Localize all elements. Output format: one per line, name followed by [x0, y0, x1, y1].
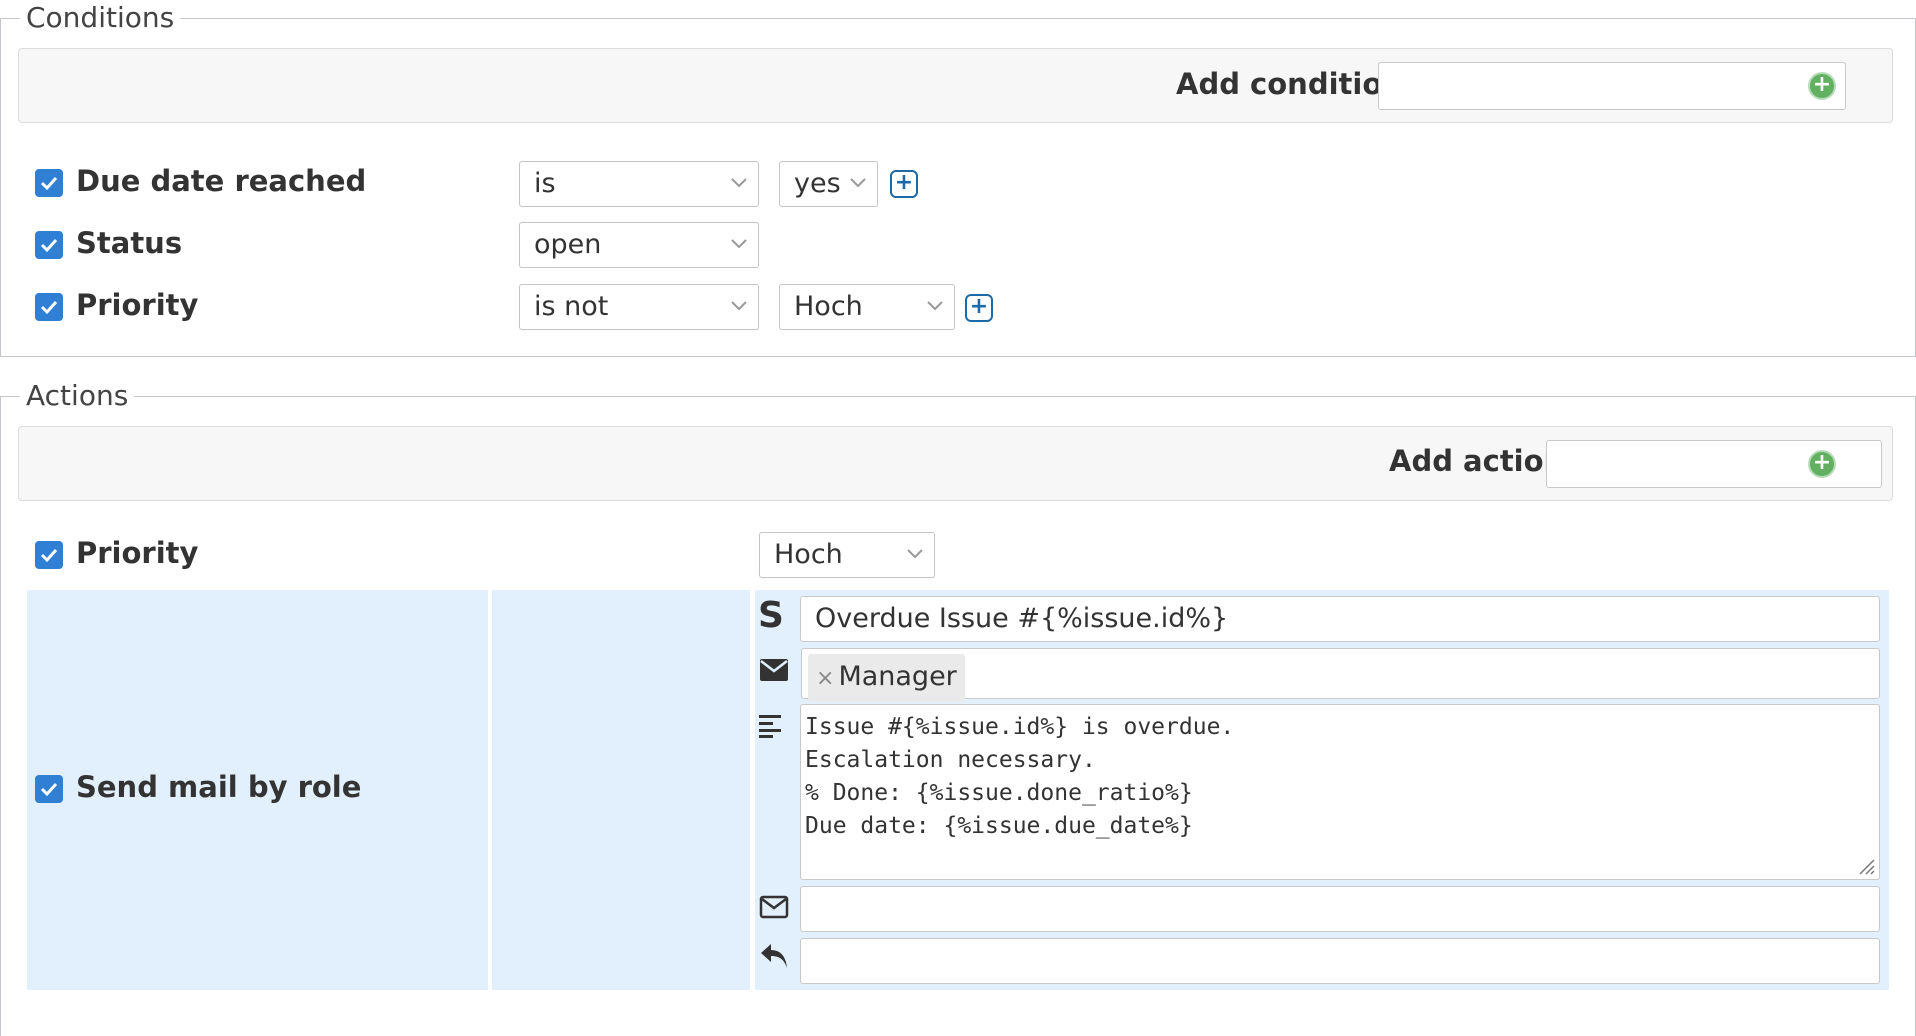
subject-icon: S — [758, 595, 784, 636]
align-left-icon — [759, 715, 781, 738]
cc-input[interactable] — [800, 886, 1880, 932]
reply-to-input[interactable] — [800, 938, 1880, 984]
priority-action-value: Hoch — [774, 539, 843, 570]
priority-condition-value: Hoch — [794, 291, 863, 322]
reply-icon — [761, 944, 787, 968]
subject-input[interactable]: Overdue Issue #{%issue.id%} — [800, 596, 1880, 642]
due-date-operator-select[interactable]: is — [519, 161, 759, 207]
status-operator-value: open — [534, 229, 602, 260]
priority-action-label: Priority — [76, 536, 199, 570]
body-textarea[interactable]: Issue #{%issue.id%} is overdue. Escalati… — [800, 704, 1880, 880]
due-date-value: yes — [794, 168, 841, 199]
priority-operator-select[interactable]: is not — [519, 284, 759, 330]
recipient-tag: × Manager — [808, 654, 965, 702]
envelope-icon — [760, 659, 788, 681]
chevron-down-icon — [731, 178, 747, 188]
due-date-value-select[interactable]: yes — [779, 161, 878, 207]
due-date-label: Due date reached — [76, 164, 367, 198]
send-mail-checkbox[interactable] — [35, 775, 63, 803]
chevron-down-icon — [731, 301, 747, 311]
chevron-down-icon — [850, 178, 866, 188]
priority-value-select[interactable]: Hoch — [779, 284, 955, 330]
status-label: Status — [76, 226, 183, 260]
actions-legend: Actions — [20, 380, 135, 412]
send-mail-empty-cell — [492, 590, 750, 990]
conditions-legend: Conditions — [20, 2, 181, 34]
add-action-plus-icon[interactable]: + — [1808, 450, 1836, 478]
priority-condition-label: Priority — [76, 288, 199, 322]
status-operator-select[interactable]: open — [519, 222, 759, 268]
resize-handle-icon[interactable] — [1856, 856, 1876, 876]
status-checkbox[interactable] — [35, 231, 63, 259]
priority-add-value-icon[interactable]: + — [965, 294, 993, 322]
priority-action-checkbox[interactable] — [35, 541, 63, 569]
chevron-down-icon — [927, 301, 943, 311]
priority-condition-checkbox[interactable] — [35, 293, 63, 321]
priority-action-select[interactable]: Hoch — [759, 532, 935, 578]
add-condition-select[interactable] — [1378, 62, 1846, 110]
priority-operator-value: is not — [534, 291, 609, 322]
send-mail-label: Send mail by role — [76, 770, 362, 804]
chevron-down-icon — [907, 549, 923, 559]
add-condition-plus-icon[interactable]: + — [1808, 72, 1836, 100]
due-date-add-value-icon[interactable]: + — [890, 170, 918, 198]
recipient-tag-label: Manager — [838, 661, 957, 692]
chevron-down-icon — [731, 239, 747, 249]
due-date-operator-value: is — [534, 168, 556, 199]
envelope-outline-icon — [759, 895, 789, 919]
add-action-label: Add action — [1389, 444, 1565, 478]
due-date-checkbox[interactable] — [35, 169, 63, 197]
recipient-remove-icon[interactable]: × — [816, 666, 834, 691]
add-condition-label: Add condition — [1176, 67, 1403, 101]
